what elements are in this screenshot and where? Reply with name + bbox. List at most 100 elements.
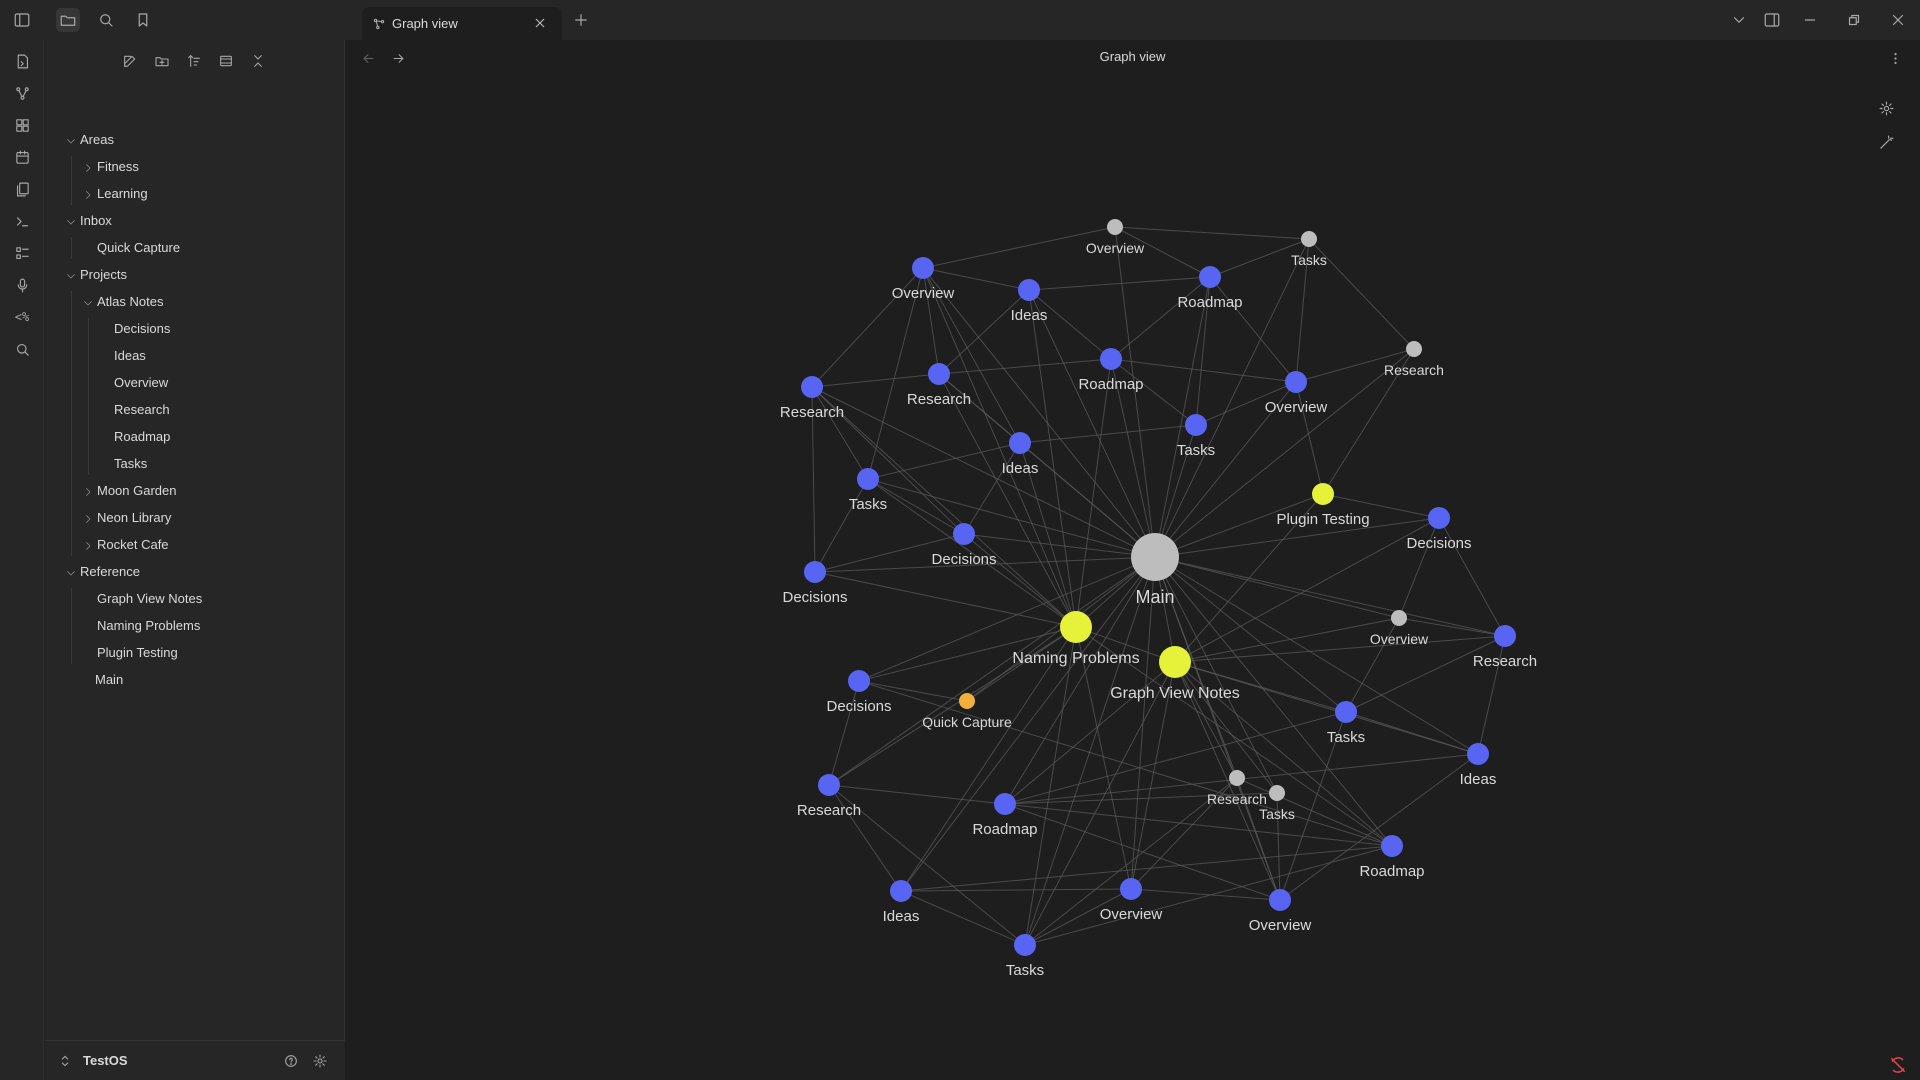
chevron-down-icon[interactable] (65, 269, 77, 281)
graph-node[interactable]: Research (907, 363, 971, 408)
graph-node-circle[interactable] (1494, 625, 1516, 647)
graph-node-circle[interactable] (1428, 507, 1450, 529)
graph-node-circle[interactable] (1335, 701, 1357, 723)
graph-node-circle[interactable] (994, 793, 1016, 815)
chevron-down-icon[interactable] (65, 134, 77, 146)
graph-node-circle[interactable] (912, 257, 934, 279)
graph-node-circle[interactable] (890, 880, 912, 902)
graph-node-circle[interactable] (857, 468, 879, 490)
graph-node-circle[interactable] (801, 376, 823, 398)
graph-node[interactable]: Research (1207, 770, 1267, 807)
chevron-right-icon[interactable] (82, 485, 94, 497)
help-icon[interactable] (281, 1051, 301, 1071)
folder-item[interactable]: Inbox (80, 210, 112, 232)
auto-reveal-icon[interactable] (215, 50, 237, 72)
graph-node[interactable]: Tasks (1006, 934, 1044, 979)
graph-node[interactable]: Roadmap (1177, 266, 1243, 311)
graph-node-circle[interactable] (804, 561, 826, 583)
microphone-icon[interactable] (11, 274, 33, 296)
chevron-down-icon[interactable] (82, 296, 94, 308)
graph-node-circle[interactable] (1185, 414, 1207, 436)
graph-node-circle[interactable] (1018, 279, 1040, 301)
graph-node[interactable]: Overview (1249, 889, 1312, 934)
graph-node-circle[interactable] (1107, 219, 1123, 235)
chevron-right-icon[interactable] (82, 188, 94, 200)
new-folder-icon[interactable] (151, 50, 173, 72)
file-item[interactable]: Naming Problems (97, 615, 200, 637)
tab-graph-view[interactable]: Graph view (362, 7, 562, 40)
graph-node[interactable]: Main (1131, 533, 1179, 607)
folder-item[interactable]: Reference (80, 561, 140, 583)
graph-node[interactable]: Tasks (1291, 231, 1327, 268)
graph-node-circle[interactable] (1009, 432, 1031, 454)
new-tab-icon[interactable] (569, 8, 593, 32)
search-icon[interactable] (94, 8, 118, 32)
graph-node[interactable]: Decisions (782, 561, 848, 606)
settings-icon[interactable] (310, 1051, 330, 1071)
restore-icon[interactable] (1842, 8, 1866, 32)
graph-node-circle[interactable] (848, 670, 870, 692)
chevron-down-icon[interactable] (1727, 8, 1751, 32)
graph-node-circle[interactable] (1467, 743, 1489, 765)
chevron-down-icon[interactable] (65, 215, 77, 227)
graph-node[interactable]: Quick Capture (922, 693, 1012, 730)
window-close-icon[interactable] (1886, 8, 1910, 32)
graph-node[interactable]: Research (1384, 341, 1444, 378)
graph-node-circle[interactable] (953, 523, 975, 545)
graph-node[interactable]: Overview (1265, 371, 1328, 416)
folder-item[interactable]: Learning (97, 183, 148, 205)
file-item[interactable]: Decisions (114, 318, 170, 340)
chevron-right-icon[interactable] (82, 161, 94, 173)
file-item[interactable]: Quick Capture (97, 237, 180, 259)
vault-switcher[interactable]: TestOS (45, 1040, 345, 1080)
search-icon[interactable] (11, 338, 33, 360)
file-item[interactable]: Research (114, 399, 170, 421)
file-item[interactable]: Main (95, 669, 123, 691)
graph-node-circle[interactable] (1199, 266, 1221, 288)
chevron-right-icon[interactable] (82, 539, 94, 551)
folder-item[interactable]: Fitness (97, 156, 139, 178)
file-item[interactable]: Plugin Testing (97, 642, 178, 664)
graph-node[interactable]: Decisions (826, 670, 892, 715)
graph-node-circle[interactable] (1312, 483, 1334, 505)
templates-icon[interactable] (11, 178, 33, 200)
graph-node-circle[interactable] (1269, 785, 1285, 801)
file-item[interactable]: Graph View Notes (97, 588, 202, 610)
folder-item[interactable]: Projects (80, 264, 127, 286)
graph-node-circle[interactable] (1381, 835, 1403, 857)
open-quick-switcher-icon[interactable] (11, 50, 33, 72)
sidebar-toggle-icon[interactable] (10, 8, 34, 32)
terminal-icon[interactable] (11, 210, 33, 232)
folder-item[interactable]: Rocket Cafe (97, 534, 169, 556)
graph-node-circle[interactable] (1229, 770, 1245, 786)
graph-node-circle[interactable] (1406, 341, 1422, 357)
graph-node[interactable]: Plugin Testing (1276, 483, 1370, 528)
graph-node-circle[interactable] (1269, 889, 1291, 911)
graph-node[interactable]: Roadmap (1359, 835, 1425, 880)
chevron-up-down-icon[interactable] (55, 1051, 75, 1071)
graph-node-circle[interactable] (1159, 646, 1191, 678)
vault-name[interactable]: TestOS (83, 1053, 128, 1068)
graph-node-circle[interactable] (928, 363, 950, 385)
file-item[interactable]: Overview (114, 372, 168, 394)
graph-node[interactable]: Ideas (883, 880, 920, 925)
folder-item[interactable]: Moon Garden (97, 480, 177, 502)
graph-node[interactable]: Research (797, 774, 861, 819)
calendar-icon[interactable] (11, 146, 33, 168)
graph-node-circle[interactable] (1014, 934, 1036, 956)
graph-node-circle[interactable] (959, 693, 975, 709)
chevron-down-icon[interactable] (65, 566, 77, 578)
graph-node-circle[interactable] (1301, 231, 1317, 247)
graph-node[interactable]: Tasks (849, 468, 887, 513)
folder-icon[interactable] (56, 8, 80, 32)
graph-view-icon[interactable] (11, 82, 33, 104)
folder-item[interactable]: Atlas Notes (97, 291, 163, 313)
close-icon[interactable] (532, 15, 548, 31)
folder-item[interactable]: Areas (80, 129, 114, 151)
chevron-right-icon[interactable] (82, 512, 94, 524)
graph-node[interactable]: Tasks (1177, 414, 1215, 459)
graph-node-circle[interactable] (1131, 533, 1179, 581)
bookmark-icon[interactable] (131, 8, 155, 32)
canvas-icon[interactable] (11, 114, 33, 136)
graph-node-circle[interactable] (818, 774, 840, 796)
